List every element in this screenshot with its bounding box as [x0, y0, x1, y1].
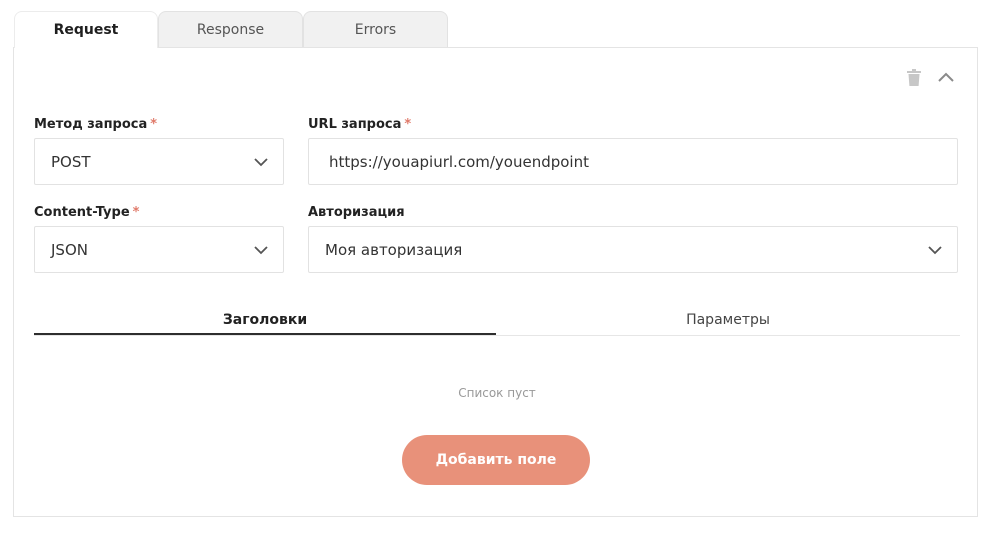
method-select[interactable]: POST: [34, 138, 284, 185]
required-mark: *: [132, 205, 140, 220]
chevron-down-icon: [254, 245, 268, 254]
method-label: Метод запроса *: [34, 117, 158, 132]
url-input[interactable]: https://youapiurl.com/youendpoint: [308, 138, 958, 185]
subtabs-divider: [34, 335, 960, 336]
chevron-down-icon: [928, 245, 942, 254]
url-label: URL запроса *: [308, 117, 412, 132]
empty-list-text: Список пуст: [458, 386, 536, 400]
tab-request[interactable]: Request: [14, 11, 158, 48]
tab-errors[interactable]: Errors: [303, 11, 448, 47]
add-field-button[interactable]: Добавить поле: [402, 435, 590, 485]
subtab-params[interactable]: Параметры: [496, 312, 960, 336]
url-value: https://youapiurl.com/youendpoint: [329, 152, 589, 171]
request-tabs: Request Response Errors: [14, 11, 448, 48]
chevron-up-icon[interactable]: [935, 66, 957, 88]
required-mark: *: [404, 117, 412, 132]
active-subtab-underline: [34, 333, 496, 335]
required-mark: *: [150, 117, 158, 132]
chevron-down-icon: [254, 157, 268, 166]
authorization-label: Авторизация: [308, 205, 405, 220]
content-type-label: Content-Type *: [34, 205, 140, 220]
trash-icon[interactable]: [903, 66, 925, 88]
tab-response[interactable]: Response: [158, 11, 303, 47]
method-value: POST: [51, 152, 91, 171]
authorization-select[interactable]: Моя авторизация: [308, 226, 958, 273]
authorization-value: Моя авторизация: [325, 240, 463, 259]
content-type-select[interactable]: JSON: [34, 226, 284, 273]
content-type-value: JSON: [51, 240, 88, 259]
